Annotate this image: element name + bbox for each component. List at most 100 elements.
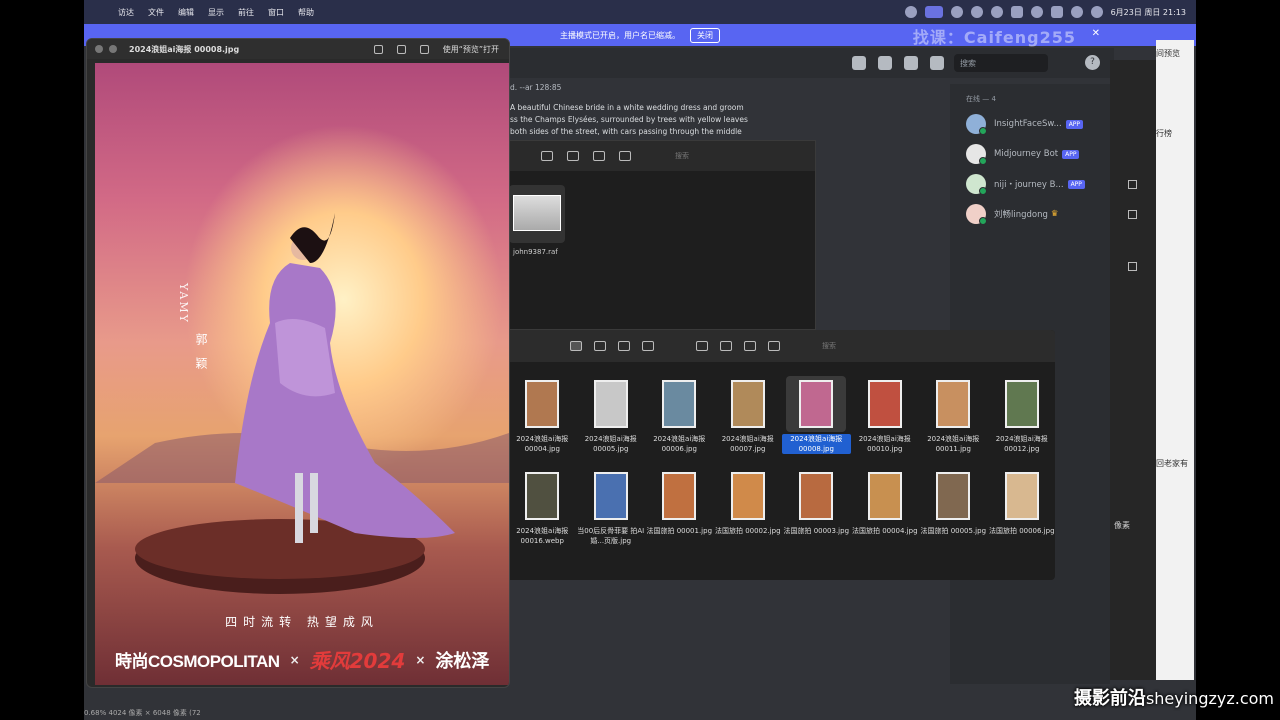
search-icon[interactable]: [1070, 6, 1083, 18]
file-item[interactable]: 2024浪姐ai海报 00007.jpg: [714, 376, 783, 454]
file-item[interactable]: 法国旅拍 00005.jpg: [919, 468, 988, 546]
file-name[interactable]: 法国旅拍 00003.jpg: [783, 526, 849, 536]
file-name[interactable]: 2024浪姐ai海报 00016.webp: [508, 526, 577, 546]
file-thumbnail[interactable]: [649, 468, 709, 524]
file-item[interactable]: 2024浪姐ai海报 00016.webp: [508, 468, 577, 546]
help-icon[interactable]: ?: [1085, 55, 1100, 70]
rotate-icon[interactable]: [396, 44, 406, 54]
file-item[interactable]: 2024浪姐ai海报 00012.jpg: [988, 376, 1057, 454]
markup-icon[interactable]: [373, 44, 383, 54]
file-item[interactable]: 法国旅拍 00004.jpg: [851, 468, 920, 546]
menu-file[interactable]: 文件: [148, 7, 164, 18]
datetime[interactable]: 6月23日 周日 21:13: [1111, 7, 1186, 18]
file-name[interactable]: 法国旅拍 00001.jpg: [646, 526, 712, 536]
search-input[interactable]: 搜索: [675, 151, 689, 161]
member-item[interactable]: 刘畅lingdong ♛: [966, 204, 1110, 225]
list-icon[interactable]: [1128, 262, 1137, 271]
more-icon[interactable]: [619, 151, 631, 161]
file-name[interactable]: 2024浪姐ai海报 00011.jpg: [919, 434, 988, 454]
file-thumbnail[interactable]: [718, 468, 778, 524]
file-item[interactable]: 2024浪姐ai海报 00008.jpg: [782, 376, 851, 454]
grid-icon[interactable]: [1128, 210, 1137, 219]
file-name[interactable]: 法国旅拍 00005.jpg: [920, 526, 986, 536]
file-item[interactable]: 法国旅拍 00003.jpg: [782, 468, 851, 546]
battery-icon[interactable]: [1050, 6, 1063, 18]
open-with-button[interactable]: 使用“预览”打开: [443, 44, 499, 55]
search-input[interactable]: 搜索: [822, 341, 836, 351]
screen-record-icon[interactable]: [924, 6, 943, 18]
banner-close-button[interactable]: 关闭: [690, 27, 720, 43]
file-name[interactable]: 法国旅拍 00002.jpg: [715, 526, 781, 536]
file-name[interactable]: john9387.raf: [513, 248, 558, 256]
file-item[interactable]: 2024浪姐ai海报 00011.jpg: [919, 376, 988, 454]
file-name[interactable]: 法国旅拍 00006.jpg: [989, 526, 1055, 536]
search-input[interactable]: 搜索: [954, 54, 1048, 72]
more-icon[interactable]: [768, 341, 780, 351]
moon-icon[interactable]: [990, 6, 1003, 18]
list-icon[interactable]: [1128, 180, 1137, 189]
file-name[interactable]: 2024浪姐ai海报 00010.jpg: [851, 434, 920, 454]
file-name[interactable]: 2024浪姐ai海报 00008.jpg: [782, 434, 851, 454]
bell-icon[interactable]: [878, 56, 892, 70]
share-icon[interactable]: [720, 341, 732, 351]
menu-edit[interactable]: 编辑: [178, 7, 194, 18]
file-thumbnail[interactable]: [786, 376, 847, 432]
gallery-view-icon[interactable]: [642, 341, 654, 351]
file-item[interactable]: 2024浪姐ai海报 00005.jpg: [577, 376, 646, 454]
tag-icon[interactable]: [593, 151, 605, 161]
file-thumbnail[interactable]: [581, 468, 641, 524]
icon-view-icon[interactable]: [570, 341, 582, 351]
menu-finder[interactable]: 访达: [118, 7, 134, 18]
member-item[interactable]: niji・journey B... APP: [966, 174, 1110, 195]
file-thumbnail[interactable]: [718, 376, 778, 432]
menu-window[interactable]: 窗口: [268, 7, 284, 18]
file-thumbnail[interactable]: [923, 376, 983, 432]
file-thumbnail[interactable]: [649, 376, 709, 432]
close-icon[interactable]: ✕: [1092, 28, 1100, 39]
members-icon[interactable]: [930, 56, 944, 70]
wechat-icon[interactable]: [970, 6, 983, 18]
column-view-icon[interactable]: [618, 341, 630, 351]
file-name[interactable]: 2024浪姐ai海报 00012.jpg: [988, 434, 1057, 454]
menu-help[interactable]: 帮助: [298, 7, 314, 18]
file-name[interactable]: 当00后反骨菲要 拍AI婚...页版.jpg: [577, 526, 646, 546]
file-thumbnail[interactable]: [581, 376, 641, 432]
file-item[interactable]: 法国旅拍 00001.jpg: [645, 468, 714, 546]
menu-go[interactable]: 前往: [238, 7, 254, 18]
tag-icon[interactable]: [744, 341, 756, 351]
file-thumbnail[interactable]: [855, 468, 915, 524]
control-center-icon[interactable]: [1090, 6, 1103, 18]
group-icon[interactable]: [696, 341, 708, 351]
input-source-icon[interactable]: [1010, 6, 1023, 18]
file-item[interactable]: 法国旅拍 00002.jpg: [714, 468, 783, 546]
file-thumbnail[interactable]: [992, 468, 1052, 524]
globe-icon[interactable]: [950, 6, 963, 18]
file-name[interactable]: 法国旅拍 00004.jpg: [852, 526, 918, 536]
file-item[interactable]: 当00后反骨菲要 拍AI婚...页版.jpg: [577, 468, 646, 546]
file-thumbnail[interactable]: [923, 468, 983, 524]
file-thumbnail[interactable]: [992, 376, 1052, 432]
file-thumbnail[interactable]: [786, 468, 846, 524]
share-icon[interactable]: [419, 44, 429, 54]
file-name[interactable]: 2024浪姐ai海报 00006.jpg: [645, 434, 714, 454]
fullscreen-icon[interactable]: [109, 45, 117, 53]
file-thumbnail[interactable]: [509, 185, 565, 243]
list-view-icon[interactable]: [594, 341, 606, 351]
menu-view[interactable]: 显示: [208, 7, 224, 18]
file-name[interactable]: 2024浪姐ai海报 00007.jpg: [714, 434, 783, 454]
file-name[interactable]: 2024浪姐ai海报 00004.jpg: [508, 434, 577, 454]
wifi-icon[interactable]: [1030, 6, 1043, 18]
file-item[interactable]: 2024浪姐ai海报 00006.jpg: [645, 376, 714, 454]
file-item[interactable]: 2024浪姐ai海报 00010.jpg: [851, 376, 920, 454]
app-status-icon[interactable]: [904, 6, 917, 18]
file-name[interactable]: 2024浪姐ai海报 00005.jpg: [577, 434, 646, 454]
pin-icon[interactable]: [904, 56, 918, 70]
file-thumbnail[interactable]: [512, 468, 572, 524]
member-item[interactable]: Midjourney Bot APP: [966, 144, 1110, 165]
file-item[interactable]: 2024浪姐ai海报 00004.jpg: [508, 376, 577, 454]
file-thumbnail[interactable]: [855, 376, 915, 432]
file-item[interactable]: 法国旅拍 00006.jpg: [988, 468, 1057, 546]
file-thumbnail[interactable]: [512, 376, 572, 432]
view-icon[interactable]: [541, 151, 553, 161]
close-icon[interactable]: [95, 45, 103, 53]
